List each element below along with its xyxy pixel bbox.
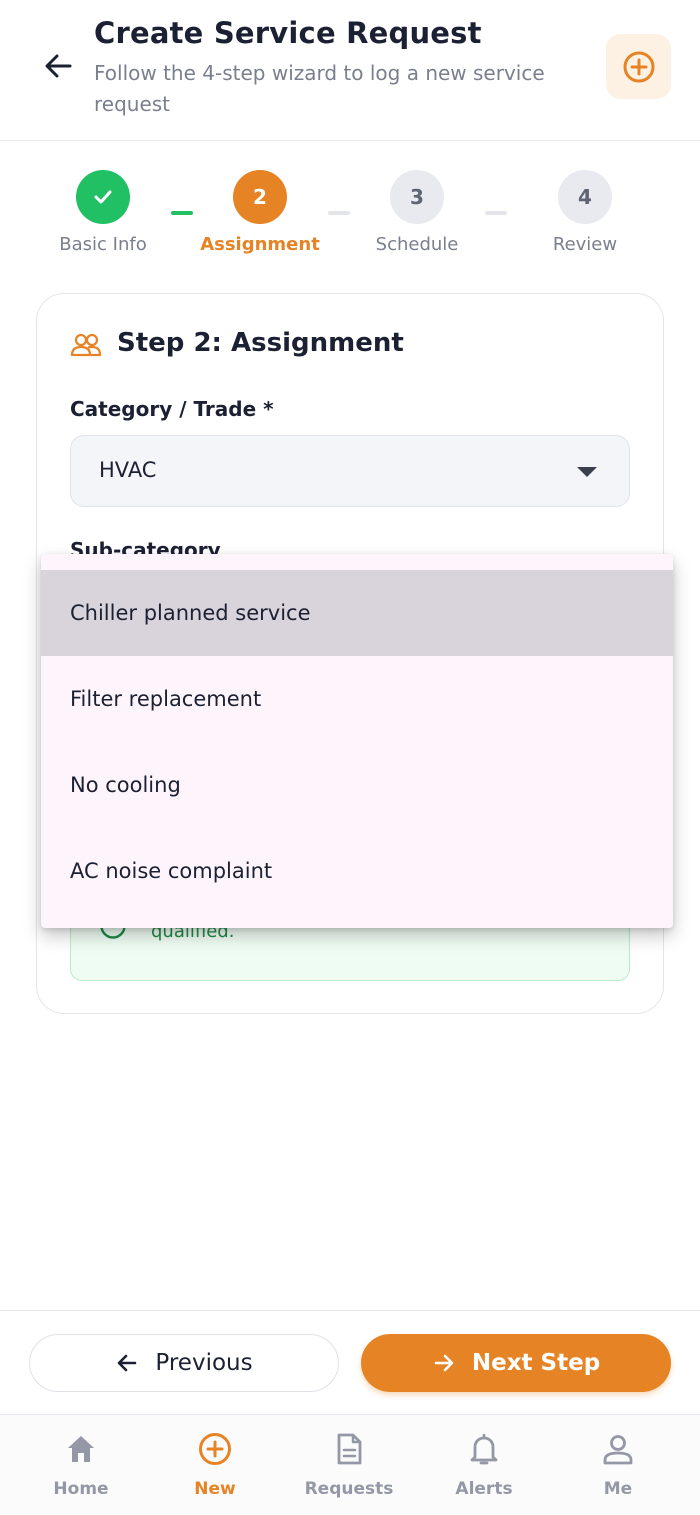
nav-label: New (194, 1479, 236, 1499)
category-label: Category / Trade * (70, 397, 274, 421)
subcategory-dropdown-menu: Chiller planned service Filter replaceme… (41, 554, 673, 928)
nav-label: Requests (304, 1479, 394, 1499)
wizard-actions: Previous Next Step (0, 1310, 700, 1414)
step-label: Schedule (375, 234, 459, 255)
nav-label: Me (603, 1479, 633, 1499)
nav-label: Alerts (455, 1479, 513, 1499)
nav-item-me[interactable]: Me (551, 1415, 685, 1515)
step-number: 3 (390, 170, 444, 224)
page-header: Create Service Request Follow the 4-step… (0, 0, 700, 141)
arrow-left-icon (45, 54, 72, 78)
previous-button[interactable]: Previous (29, 1334, 339, 1392)
category-value: HVAC (99, 458, 157, 482)
caret-down-icon (577, 467, 597, 477)
check-icon (94, 190, 112, 204)
step-connector (485, 211, 507, 215)
step-label: Review (552, 234, 618, 255)
nav-label: Home (53, 1479, 109, 1499)
step-label: Basic Info (59, 234, 147, 255)
dropdown-option[interactable]: No cooling (41, 742, 673, 828)
page-subtitle: Follow the 4-step wizard to log a new se… (94, 61, 545, 116)
home-icon (68, 1436, 94, 1462)
page-title: Create Service Request (94, 16, 482, 50)
card-title: Step 2: Assignment (117, 328, 404, 358)
back-button[interactable] (36, 44, 80, 88)
step-review[interactable]: 4 Review (515, 170, 655, 270)
dropdown-option[interactable]: Chiller planned service (41, 570, 673, 656)
bell-icon (470, 1433, 498, 1465)
step-assignment[interactable]: 2 Assignment (190, 170, 330, 270)
nav-item-home[interactable]: Home (14, 1415, 148, 1515)
new-request-button[interactable] (606, 34, 671, 99)
document-icon (337, 1433, 362, 1465)
nav-item-new[interactable]: New (148, 1415, 282, 1515)
step-number: 4 (558, 170, 612, 224)
category-select[interactable]: HVAC (70, 435, 630, 507)
previous-label: Previous (155, 1350, 253, 1376)
dropdown-option[interactable]: AC noise complaint (41, 828, 673, 914)
step-schedule[interactable]: 3 Schedule (347, 170, 487, 270)
user-icon (603, 1435, 633, 1465)
plus-circle-icon (623, 51, 654, 82)
bottom-navigation: Home New Requests Alerts Me (0, 1414, 700, 1515)
nav-item-requests[interactable]: Requests (282, 1415, 416, 1515)
arrow-right-icon (434, 1354, 454, 1372)
nav-item-alerts[interactable]: Alerts (417, 1415, 551, 1515)
step-label: Assignment (200, 234, 320, 255)
next-step-label: Next Step (471, 1350, 601, 1376)
next-step-button[interactable]: Next Step (361, 1334, 671, 1392)
users-icon (70, 333, 102, 357)
step-number: 2 (233, 170, 287, 224)
arrow-left-icon (118, 1354, 137, 1372)
step-basic-info[interactable]: Basic Info (33, 170, 173, 270)
step-complete-indicator (76, 170, 130, 224)
plus-circle-icon (199, 1433, 231, 1465)
dropdown-option[interactable]: Filter replacement (41, 656, 673, 742)
